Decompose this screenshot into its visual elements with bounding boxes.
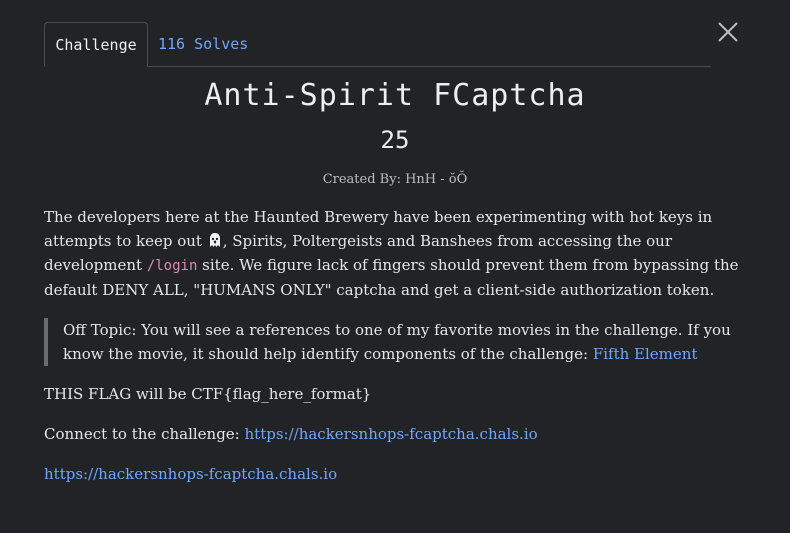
connect-label: Connect to the challenge: — [44, 425, 245, 443]
challenge-tabs: Challenge 116 Solves — [44, 22, 711, 67]
challenge-modal: Challenge 116 Solves Anti-Spirit FCaptch… — [0, 0, 790, 533]
connect-url-link[interactable]: https://hackersnhops-fcaptcha.chals.io — [245, 425, 538, 443]
bottom-link-line: https://hackersnhops-fcaptcha.chals.io — [44, 462, 744, 486]
bottom-url-link[interactable]: https://hackersnhops-fcaptcha.chals.io — [44, 465, 337, 483]
close-icon — [718, 22, 738, 42]
description-paragraph: The developers here at the Haunted Brewe… — [44, 205, 744, 302]
flag-format-text: THIS FLAG will be CTF{flag_here_format} — [44, 385, 372, 403]
fifth-element-link[interactable]: Fifth Element — [593, 345, 698, 363]
login-path-code: /login — [146, 258, 198, 274]
challenge-author: Created By: HnH - ŏŎ — [322, 172, 468, 187]
tab-solves[interactable]: 116 Solves — [158, 22, 248, 66]
challenge-title: Anti-Spirit FCaptcha — [204, 78, 586, 113]
off-topic-blockquote: Off Topic: You will see a references to … — [44, 318, 743, 366]
challenge-points: 25 — [380, 126, 410, 154]
tab-challenge[interactable]: Challenge — [44, 22, 148, 67]
challenge-description: The developers here at the Haunted Brewe… — [44, 205, 744, 486]
close-button[interactable] — [716, 20, 740, 44]
connect-line: Connect to the challenge: https://hacker… — [44, 422, 744, 446]
ghost-icon — [207, 231, 223, 247]
